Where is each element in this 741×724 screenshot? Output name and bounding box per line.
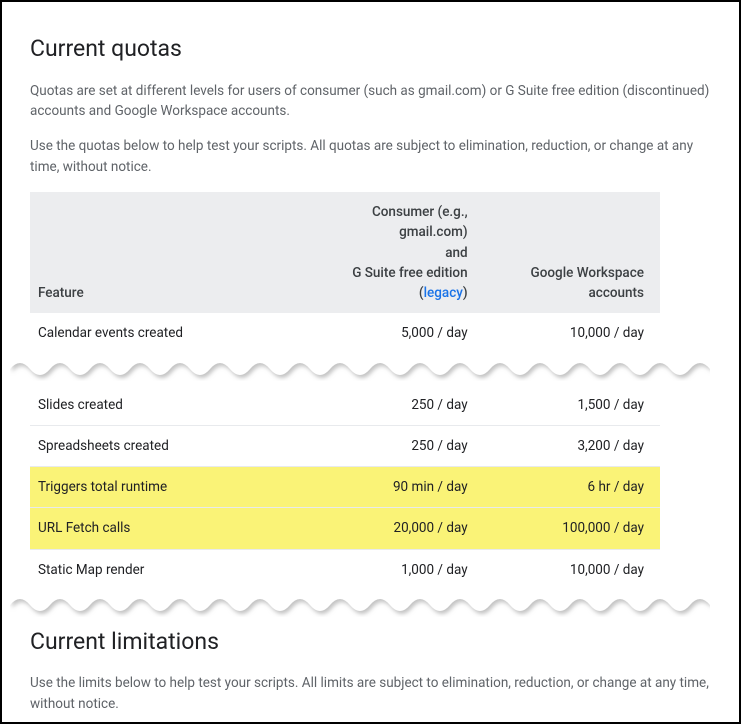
cell-consumer: 250 / day xyxy=(295,425,484,466)
table-row: Calendar events created 5,000 / day 10,0… xyxy=(30,313,660,354)
cell-workspace: 10,000 / day xyxy=(484,313,660,354)
quotas-heading: Current quotas xyxy=(30,32,711,67)
cell-workspace: 6 hr / day xyxy=(484,467,660,508)
col-consumer: Consumer (e.g., gmail.com) and G Suite f… xyxy=(295,192,484,313)
cell-workspace: 100,000 / day xyxy=(484,508,660,549)
quotas-table: Feature Consumer (e.g., gmail.com) and G… xyxy=(30,192,660,355)
torn-edge-icon xyxy=(10,589,710,617)
limitations-section: Current limitations Use the limits below… xyxy=(30,625,711,724)
table-row: Static Map render 1,000 / day 10,000 / d… xyxy=(30,549,660,590)
table-row: Spreadsheets created 250 / day 3,200 / d… xyxy=(30,425,660,466)
col-consumer-l2: and xyxy=(445,245,467,261)
quotas-intro-1: Quotas are set at different levels for u… xyxy=(30,81,711,123)
cell-feature: Calendar events created xyxy=(30,313,295,354)
table-row: Slides created 250 / day 1,500 / day xyxy=(30,385,660,426)
limitations-heading: Current limitations xyxy=(30,625,711,660)
cell-workspace: 10,000 / day xyxy=(484,549,660,590)
col-consumer-l3: G Suite free edition xyxy=(352,265,467,281)
cell-consumer: 20,000 / day xyxy=(295,508,484,549)
cell-workspace: 1,500 / day xyxy=(484,385,660,426)
cell-feature: Slides created xyxy=(30,385,295,426)
table-row-highlighted: Triggers total runtime 90 min / day 6 hr… xyxy=(30,467,660,508)
quotas-intro-2: Use the quotas below to help test your s… xyxy=(30,136,711,178)
col-workspace-l2: accounts xyxy=(589,285,645,301)
cell-feature: Spreadsheets created xyxy=(30,425,295,466)
table-row-highlighted: URL Fetch calls 20,000 / day 100,000 / d… xyxy=(30,508,660,549)
quotas-table-cont: Slides created 250 / day 1,500 / day Spr… xyxy=(30,385,660,591)
col-workspace-l1: Google Workspace xyxy=(531,265,644,281)
table-header-row: Feature Consumer (e.g., gmail.com) and G… xyxy=(30,192,660,313)
cell-feature: URL Fetch calls xyxy=(30,508,295,549)
cell-consumer: 90 min / day xyxy=(295,467,484,508)
document-frame: Current quotas Quotas are set at differe… xyxy=(0,0,741,724)
legacy-link[interactable]: legacy xyxy=(424,285,463,301)
cell-workspace: 3,200 / day xyxy=(484,425,660,466)
cell-consumer: 5,000 / day xyxy=(295,313,484,354)
cell-consumer: 250 / day xyxy=(295,385,484,426)
col-feature: Feature xyxy=(30,192,295,313)
col-workspace: Google Workspace accounts xyxy=(484,192,660,313)
limitations-intro: Use the limits below to help test your s… xyxy=(30,673,711,715)
col-consumer-l1: Consumer (e.g., gmail.com) xyxy=(372,204,468,240)
torn-edge-icon xyxy=(10,353,710,381)
cell-feature: Triggers total runtime xyxy=(30,467,295,508)
cell-consumer: 1,000 / day xyxy=(295,549,484,590)
cell-feature: Static Map render xyxy=(30,549,295,590)
